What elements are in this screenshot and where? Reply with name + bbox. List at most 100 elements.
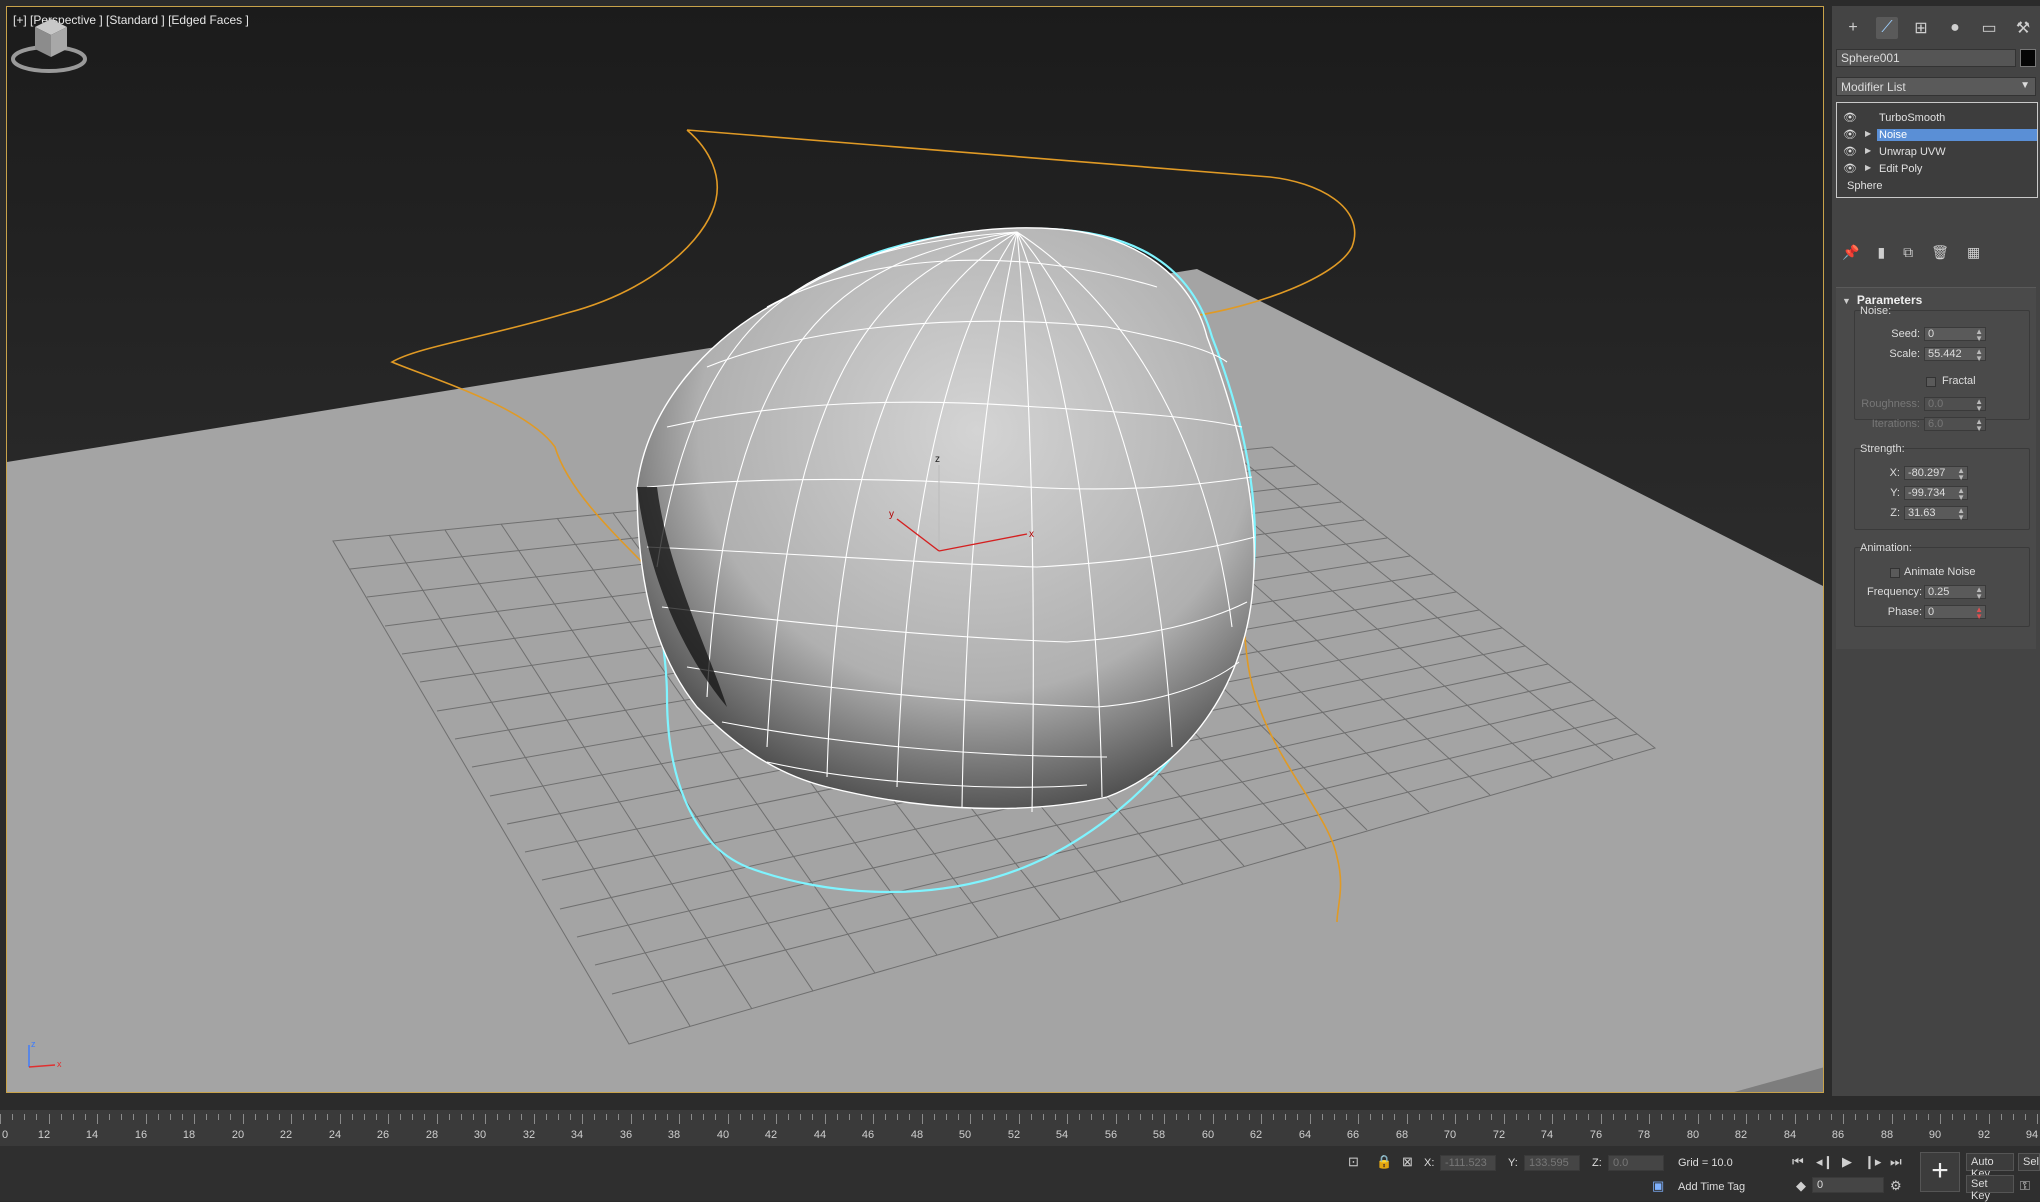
fractal-checkbox[interactable] — [1926, 377, 1936, 387]
stack-item-noise[interactable]: 👁 ▶ Noise — [1837, 127, 2037, 144]
spinner-arrows-icon[interactable]: ▲ ▼ — [1975, 398, 1983, 413]
frame-tick-label: 94 — [2026, 1129, 2038, 1141]
stack-item-label: Noise — [1877, 129, 2037, 141]
display-icon: ▭ — [1981, 20, 1997, 37]
set-keys-button[interactable]: + — [1920, 1152, 1960, 1192]
strength-x-spinner[interactable]: -80.297 ▲ ▼ — [1904, 466, 1968, 482]
current-frame-field[interactable]: 0 — [1812, 1177, 1884, 1193]
display-tab[interactable]: ▭ — [1978, 17, 2000, 39]
expand-triangle-icon[interactable]: ▶ — [1865, 129, 1871, 138]
frame-tick-label: 20 — [232, 1129, 244, 1141]
collapse-triangle-icon: ▼ — [1842, 296, 1851, 306]
iterations-spinner[interactable]: 6.0 ▲ ▼ — [1924, 417, 1986, 433]
scale-spinner[interactable]: 55.442 ▲ ▼ — [1924, 347, 1986, 363]
set-key-button[interactable]: Set Key — [1966, 1175, 2014, 1202]
spinner-arrows-icon[interactable]: ▲ ▼ — [1975, 606, 1983, 621]
strength-y-spinner[interactable]: -99.734 ▲ ▼ — [1904, 486, 1968, 502]
pin-stack-icon[interactable]: 📌 — [1842, 244, 1859, 261]
play-icon[interactable]: ▶ — [1842, 1154, 1852, 1170]
frame-tick-label: 54 — [1056, 1129, 1068, 1141]
selection-lock-icon[interactable]: ⊡ — [1348, 1154, 1359, 1170]
strength-z-spinner[interactable]: 31.63 ▲ ▼ — [1904, 506, 1968, 522]
stack-item-edit-poly[interactable]: 👁 ▶ Edit Poly — [1837, 161, 2037, 178]
frame-tick-label: 42 — [765, 1129, 777, 1141]
modify-tab[interactable]: ⟋ — [1876, 17, 1898, 39]
next-frame-icon[interactable]: ❙▸ — [1864, 1154, 1881, 1170]
viewport-scene[interactable]: z x y z x — [7, 7, 1824, 1093]
show-end-result-icon[interactable]: ▮ — [1877, 244, 1885, 261]
strength-z-label: Z: — [1890, 507, 1900, 519]
expand-triangle-icon[interactable]: ▶ — [1865, 146, 1871, 155]
stack-item-unwrap-uvw[interactable]: 👁 ▶ Unwrap UVW — [1837, 144, 2037, 161]
modify-icon: ⟋ — [1881, 19, 1893, 36]
eye-icon[interactable]: 👁 — [1843, 112, 1857, 124]
scale-label: Scale: — [1889, 348, 1920, 360]
time-config-icon[interactable]: ⚙ — [1890, 1178, 1902, 1194]
stack-item-turbosmooth[interactable]: 👁 TurboSmooth — [1837, 110, 2037, 127]
hierarchy-tab[interactable]: ⊞ — [1910, 17, 1932, 39]
strength-y-label: Y: — [1890, 487, 1900, 499]
stack-item-label: Sphere — [1847, 180, 1883, 192]
spinner-arrows-icon[interactable]: ▲ ▼ — [1975, 328, 1983, 343]
selected-dropdown[interactable]: Sel — [2018, 1153, 2040, 1171]
viewcube-icon[interactable] — [7, 7, 91, 77]
frame-tick-label: 74 — [1541, 1129, 1553, 1141]
goto-start-icon[interactable]: ⏮ — [1792, 1154, 1804, 1170]
frame-tick-label: 0 — [2, 1129, 8, 1141]
configure-sets-icon[interactable]: ▦ — [1967, 244, 1980, 261]
coord-y-label: Y: — [1508, 1157, 1518, 1169]
frequency-spinner[interactable]: 0.25 ▲ ▼ — [1924, 585, 1986, 601]
phase-spinner[interactable]: 0 ▲ ▼ — [1924, 605, 1986, 621]
create-tab[interactable]: + — [1842, 17, 1864, 39]
motion-tab[interactable]: ● — [1944, 17, 1966, 39]
absolute-mode-icon[interactable]: ⊠ — [1402, 1154, 1413, 1170]
strength-y-value: -99.734 — [1908, 487, 1946, 499]
lock-icon[interactable]: 🔒 — [1376, 1154, 1392, 1170]
key-filters-icon[interactable]: ⚿ — [2020, 1178, 2030, 1194]
modifier-list-dropdown[interactable]: Modifier List ▼ — [1836, 77, 2036, 96]
animate-noise-checkbox[interactable] — [1890, 568, 1900, 578]
previous-frame-icon[interactable]: ◂❙ — [1816, 1154, 1833, 1170]
frame-ruler[interactable]: 0 12 14 16 18 20 22 24 26 28 30 32 34 36 38 40 42 44 46 48 5… — [0, 1114, 2040, 1144]
object-color-swatch[interactable] — [2020, 49, 2036, 67]
object-name-field[interactable]: Sphere001 — [1836, 49, 2016, 67]
axis-z-label: z — [935, 454, 940, 465]
eye-icon[interactable]: 👁 — [1843, 146, 1857, 158]
frame-tick-label: 16 — [135, 1129, 147, 1141]
frame-tick-label: 30 — [474, 1129, 486, 1141]
frame-tick-label: 12 — [38, 1129, 50, 1141]
perspective-viewport[interactable]: z x y z x [+] [Perspective ] [Standard ]… — [6, 6, 1824, 1093]
frame-tick-label: 78 — [1638, 1129, 1650, 1141]
key-mode-icon[interactable]: ◆ — [1796, 1178, 1806, 1194]
coord-x-field[interactable]: -111.523 — [1440, 1155, 1496, 1171]
auto-key-button[interactable]: Auto Key — [1966, 1153, 2014, 1180]
track-bar[interactable]: 0 12 14 16 18 20 22 24 26 28 30 32 34 36 38 40 42 44 46 48 5… — [0, 1110, 2040, 1146]
spinner-arrows-icon[interactable]: ▲ ▼ — [1957, 487, 1965, 502]
motion-icon: ● — [1950, 19, 1960, 36]
eye-icon[interactable]: 👁 — [1843, 129, 1857, 141]
iterations-label: Iterations: — [1871, 418, 1920, 430]
seed-spinner[interactable]: 0 ▲ ▼ — [1924, 327, 1986, 343]
frame-tick-label: 90 — [1929, 1129, 1941, 1141]
spinner-arrows-icon[interactable]: ▲ ▼ — [1975, 348, 1983, 363]
expand-triangle-icon[interactable]: ▶ — [1865, 163, 1871, 172]
coord-z-field[interactable]: 0.0 — [1608, 1155, 1664, 1171]
frame-tick-label: 76 — [1590, 1129, 1602, 1141]
frame-tick-label: 62 — [1250, 1129, 1262, 1141]
utilities-tab[interactable]: ⚒ — [2012, 17, 2034, 39]
goto-end-icon[interactable]: ⏭ — [1890, 1154, 1902, 1170]
make-unique-icon[interactable]: ⧉ — [1903, 244, 1913, 261]
spinner-arrows-icon[interactable]: ▲ ▼ — [1975, 418, 1983, 433]
spinner-arrows-icon[interactable]: ▲ ▼ — [1957, 507, 1965, 522]
modifier-stack[interactable]: 👁 TurboSmooth 👁 ▶ Noise 👁 ▶ Unwrap UVW 👁… — [1836, 102, 2038, 198]
axis-y-label: y — [889, 509, 894, 520]
spinner-arrows-icon[interactable]: ▲ ▼ — [1975, 586, 1983, 601]
time-tag-icon[interactable]: ▣ — [1652, 1178, 1664, 1194]
roughness-spinner[interactable]: 0.0 ▲ ▼ — [1924, 397, 1986, 413]
add-time-tag-button[interactable]: Add Time Tag — [1678, 1181, 1745, 1193]
coord-y-field[interactable]: 133.595 — [1524, 1155, 1580, 1171]
spinner-arrows-icon[interactable]: ▲ ▼ — [1957, 467, 1965, 482]
remove-modifier-icon[interactable]: 🗑 — [1931, 244, 1949, 261]
eye-icon[interactable]: 👁 — [1843, 163, 1857, 175]
stack-item-sphere[interactable]: Sphere — [1837, 178, 2037, 195]
